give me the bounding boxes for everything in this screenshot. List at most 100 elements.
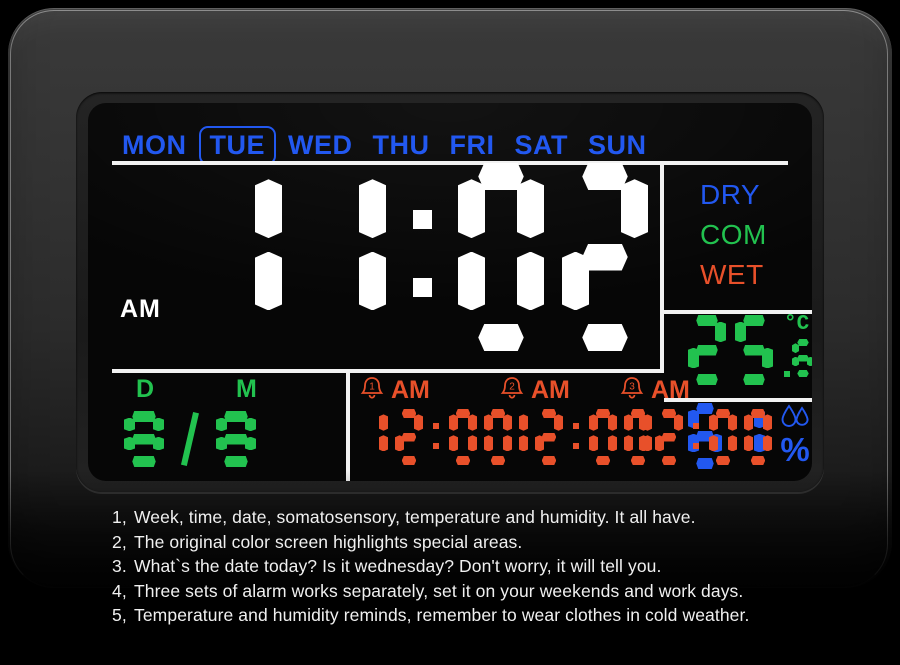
main-time-display[interactable] xyxy=(196,163,666,351)
weekday-tue[interactable]: TUE xyxy=(198,125,276,165)
alarm-bell-3-icon[interactable]: 3 xyxy=(620,375,644,406)
segment-d xyxy=(797,370,809,377)
seven-segment-digit xyxy=(744,409,772,465)
seven-segment-digit xyxy=(360,409,388,465)
alarm-time-3[interactable] xyxy=(620,409,779,465)
seven-segment-digit xyxy=(735,315,773,385)
caption-line-4: 4, Three sets of alarm works separately, … xyxy=(112,579,872,604)
segment-d xyxy=(662,456,677,465)
segment-a xyxy=(743,315,765,326)
segment-b xyxy=(255,179,282,238)
caption-line-5: 5, Temperature and humidity reminds, reme… xyxy=(112,603,872,628)
weekday-mon[interactable]: MON xyxy=(112,130,197,161)
divider-bottom-strip xyxy=(112,369,660,373)
colon-separator xyxy=(570,409,582,465)
segment-e xyxy=(709,435,718,451)
colon-dot xyxy=(433,443,439,449)
segment-d xyxy=(402,456,417,465)
alarm-header-3[interactable]: 3 AM xyxy=(620,375,690,406)
segment-b xyxy=(608,414,617,430)
weekday-wed[interactable]: WED xyxy=(278,130,363,161)
segment-d xyxy=(582,324,628,351)
segment-e xyxy=(484,435,493,451)
segment-e xyxy=(744,435,753,451)
seven-segment-group xyxy=(196,163,666,351)
segment-b xyxy=(554,414,563,430)
segment-a xyxy=(224,411,248,422)
seven-segment-digit xyxy=(395,409,423,465)
temperature-row: °C xyxy=(688,314,812,385)
colon-dot xyxy=(413,278,432,297)
svg-text:1: 1 xyxy=(369,382,375,393)
caption-number: 3. xyxy=(112,556,127,576)
segment-c xyxy=(255,252,282,311)
segment-f xyxy=(216,418,227,432)
segment-d xyxy=(716,456,731,465)
seven-segment-digit xyxy=(589,409,617,465)
screenshot-root: MON TUE WED THU FRI SAT SUN AM DRY COM WET °C … xyxy=(0,0,900,665)
segment-e xyxy=(449,435,458,451)
comfort-label-com: COM xyxy=(700,218,767,250)
weekday-sat[interactable]: SAT xyxy=(505,130,579,161)
alarm-bell-1-icon[interactable]: 1 xyxy=(360,375,384,406)
segment-b xyxy=(519,414,528,430)
alarm-header-1[interactable]: 1 AM xyxy=(360,375,430,406)
segment-d xyxy=(596,456,611,465)
segment-a xyxy=(797,339,809,346)
colon-dot xyxy=(573,423,579,429)
date-digits xyxy=(124,411,268,467)
segment-d xyxy=(132,456,156,467)
segment-b xyxy=(621,179,648,238)
alarm-meridiem-1: AM xyxy=(391,376,430,404)
seven-segment-digit xyxy=(688,315,726,385)
segment-b xyxy=(639,414,648,430)
caption-line-2: 2, The original color screen highlights s… xyxy=(112,530,872,555)
alarm-time-1[interactable] xyxy=(360,409,519,465)
lcd-screen[interactable]: MON TUE WED THU FRI SAT SUN AM DRY COM WET °C … xyxy=(88,103,812,481)
segment-a xyxy=(582,163,628,190)
date-label-day: D xyxy=(136,375,155,403)
segment-g xyxy=(402,433,417,442)
meridiem-indicator: AM xyxy=(120,295,161,323)
seven-segment-digit xyxy=(124,411,164,467)
segment-b xyxy=(153,418,164,432)
caption-number: 2, xyxy=(112,531,127,552)
segment-a xyxy=(478,163,524,190)
alarm-header-2[interactable]: 2 AM xyxy=(500,375,570,406)
segment-e xyxy=(589,435,598,451)
segment-b xyxy=(517,179,544,238)
caption-text: The original color screen highlights spe… xyxy=(134,531,523,552)
segment-g xyxy=(797,355,809,362)
caption-number: 5, xyxy=(112,605,127,625)
segment-f xyxy=(124,418,135,432)
weekday-thu[interactable]: THU xyxy=(363,130,440,161)
divider-vertical-date xyxy=(346,369,350,481)
seven-segment-group xyxy=(784,339,812,377)
segment-f xyxy=(589,414,598,430)
seven-segment-digit xyxy=(216,411,256,467)
humidity-unit-stack: % xyxy=(778,403,812,466)
segment-g xyxy=(542,433,557,442)
seven-segment-group xyxy=(360,409,519,465)
weekday-fri[interactable]: FRI xyxy=(440,130,505,161)
colon-separator xyxy=(404,163,440,351)
comfort-label-wet: WET xyxy=(700,258,764,290)
seven-segment-group xyxy=(620,409,779,465)
segment-c xyxy=(728,435,737,451)
caption-line-1: 1, Week, time, date, somatosensory, tempe… xyxy=(112,505,872,530)
segment-g xyxy=(662,433,677,442)
colon-separator xyxy=(430,409,442,465)
segment-b xyxy=(674,414,683,430)
segment-c xyxy=(639,435,648,451)
date-slash xyxy=(176,411,204,467)
temperature-unit-stack: °C xyxy=(784,314,812,377)
slash-bar xyxy=(181,412,200,466)
seven-segment-digit xyxy=(709,409,737,465)
alarm-bell-2-icon[interactable]: 2 xyxy=(500,375,524,406)
caption-line-3: 3. What`s the date today? Is it wednesday… xyxy=(112,554,872,579)
seven-segment-digit xyxy=(300,163,386,351)
seven-segment-digit xyxy=(562,163,648,351)
feature-caption-list: 1, Week, time, date, somatosensory, tempe… xyxy=(112,505,872,628)
segment-d xyxy=(478,324,524,351)
weekday-sun[interactable]: SUN xyxy=(578,130,657,161)
